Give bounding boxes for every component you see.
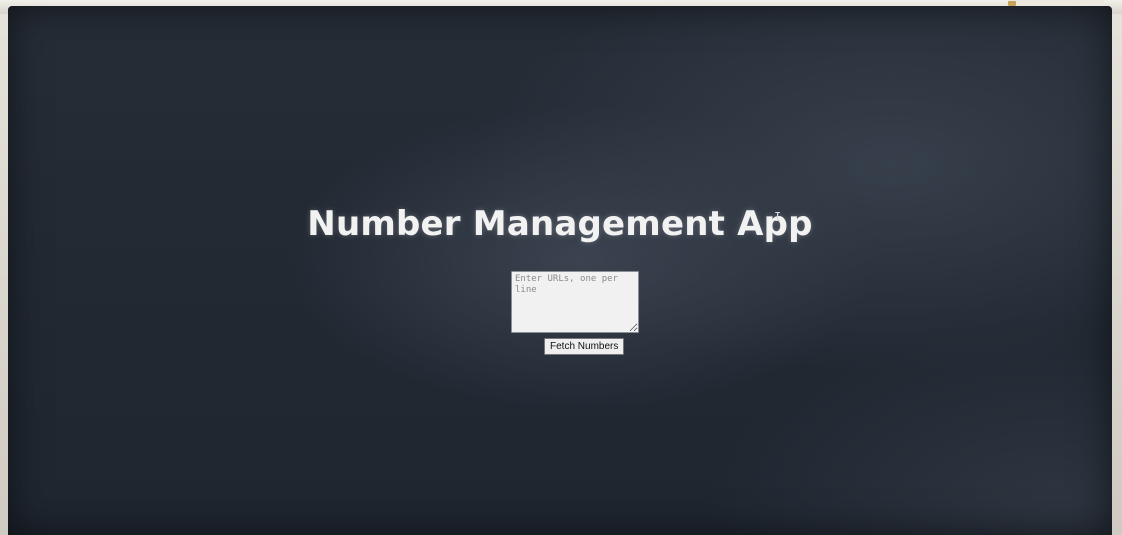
fetch-form: Fetch Numbers [511, 271, 641, 355]
app-screen: Number Management App I Fetch Numbers [8, 6, 1112, 535]
page-title: Number Management App [307, 204, 813, 244]
text-cursor-icon: I [774, 210, 782, 224]
photo-frame: Number Management App I Fetch Numbers [0, 0, 1122, 535]
fetch-numbers-button[interactable]: Fetch Numbers [544, 338, 625, 355]
urls-input[interactable] [511, 271, 639, 333]
